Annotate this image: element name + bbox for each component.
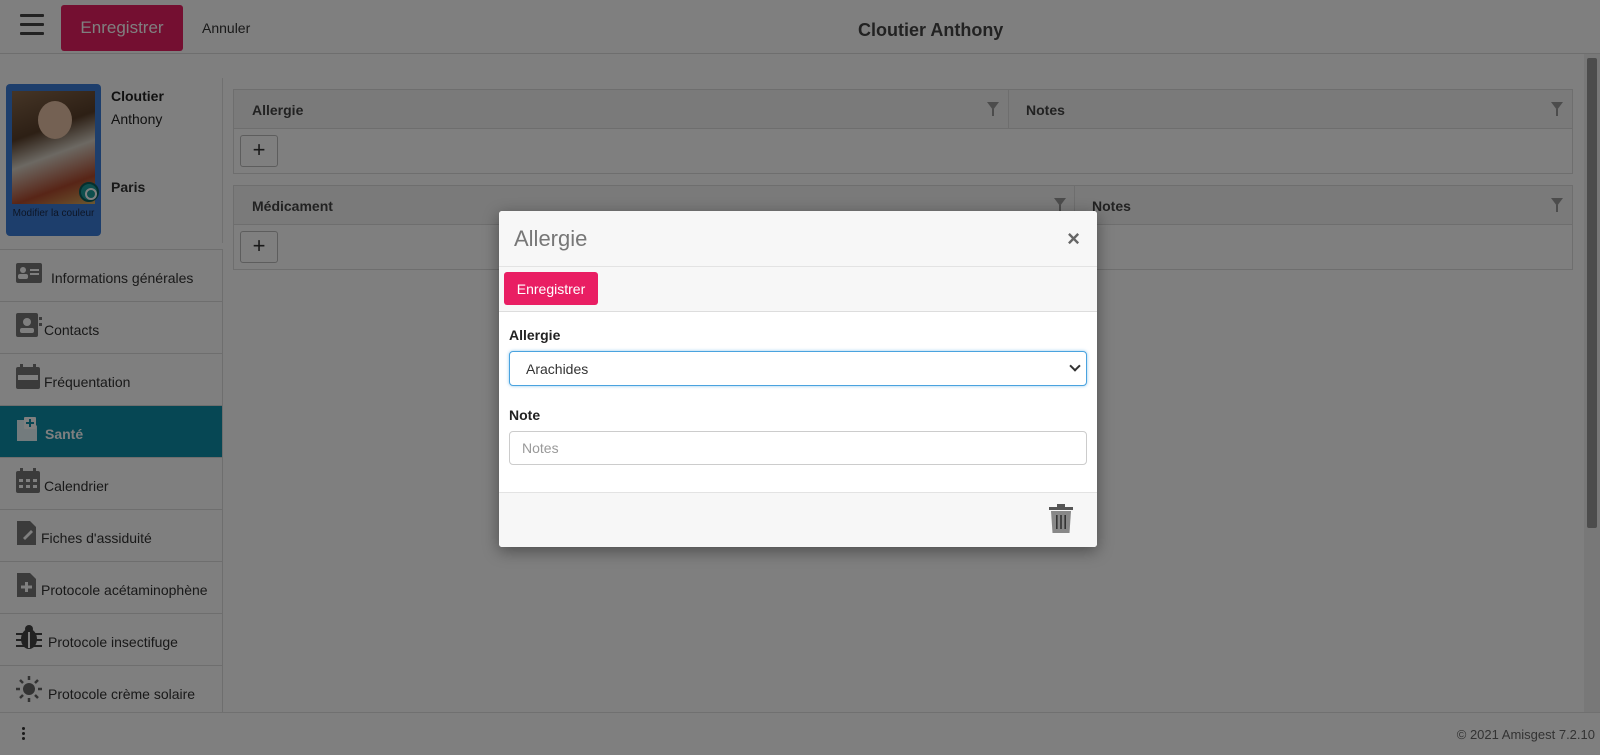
dialog-body: Allergie Arachides Note xyxy=(499,312,1097,492)
allergy-field-label: Allergie xyxy=(509,327,561,343)
allergy-select[interactable]: Arachides xyxy=(509,351,1087,386)
dialog-footer xyxy=(499,492,1097,547)
dialog-header: Allergie × xyxy=(499,211,1097,267)
allergy-select-value: Arachides xyxy=(526,361,589,377)
allergy-dialog: Allergie × Enregistrer Allergie Arachide… xyxy=(499,211,1097,547)
chevron-down-icon xyxy=(1069,360,1081,372)
note-field-label: Note xyxy=(509,407,541,423)
dialog-title: Allergie xyxy=(514,226,588,251)
dialog-toolbar: Enregistrer xyxy=(499,267,1097,312)
close-icon[interactable]: × xyxy=(1067,228,1080,250)
dialog-save-button[interactable]: Enregistrer xyxy=(504,272,598,305)
trash-icon[interactable] xyxy=(1049,504,1073,534)
note-input[interactable] xyxy=(509,431,1087,465)
